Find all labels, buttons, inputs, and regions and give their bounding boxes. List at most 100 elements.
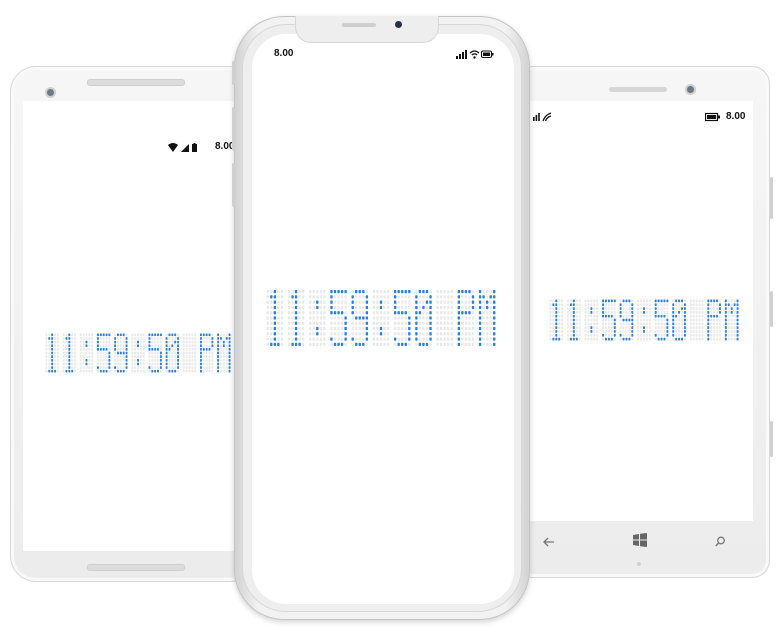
- lcd-dot-off: [698, 333, 701, 337]
- lcd-dot-on: [415, 305, 418, 310]
- lcd-dot-on: [572, 318, 575, 322]
- lcd-dot-off: [610, 311, 613, 314]
- lcd-dot-off: [471, 290, 475, 294]
- lcd-dot-off: [159, 340, 162, 344]
- lcd-dot-off: [71, 337, 74, 340]
- lcd-dot-off: [220, 348, 222, 351]
- lcd-dot-off: [372, 342, 376, 346]
- lcd-dot-off: [379, 321, 383, 325]
- lcd-dot-off: [404, 295, 407, 299]
- lcd-dot-off: [678, 307, 681, 310]
- lcd-dot-off: [301, 316, 305, 320]
- lcd-dot-off: [596, 303, 599, 307]
- lcd-dot-on: [294, 326, 298, 331]
- lcd-dot-off: [139, 344, 142, 348]
- lcd-dot-on: [666, 299, 669, 303]
- lcd-dot-off: [137, 337, 139, 340]
- lcd-dot-off: [425, 332, 429, 336]
- lcd-dot-off: [191, 348, 194, 351]
- lcd-dot-on: [613, 322, 616, 326]
- lcd-dot-on: [291, 295, 294, 299]
- lcd-dot-off: [383, 295, 386, 299]
- lcd-dot-on: [96, 333, 99, 337]
- lcd-dot-off: [362, 321, 365, 325]
- lcd-dot-on: [622, 337, 625, 341]
- lcd-dot-on: [408, 326, 411, 331]
- lcd-dot-off: [277, 332, 280, 336]
- lcd-dot-on: [222, 340, 225, 344]
- lcd-dot-on: [719, 311, 721, 314]
- lcd-dot-on: [117, 351, 119, 355]
- lcd-dot-off: [640, 311, 643, 314]
- lcd-dot-off: [171, 351, 174, 355]
- lcd-dot-off: [698, 299, 701, 303]
- lcd-dot-on: [151, 348, 154, 351]
- lcd-dot-off: [450, 290, 453, 294]
- lcd-glyph: [567, 299, 581, 341]
- lcd-dot-off: [468, 316, 471, 320]
- lcd-dot-off: [461, 337, 464, 341]
- lcd-dot-off: [471, 342, 475, 346]
- lcd-dot-off: [165, 369, 168, 373]
- lcd-dot-off: [372, 337, 376, 341]
- lcd-dot-off: [397, 321, 400, 325]
- lcd-dot-off: [701, 299, 704, 303]
- lcd-dot-off: [151, 362, 154, 366]
- lcd-dot-off: [443, 305, 446, 310]
- lcd-dot-off: [182, 362, 185, 366]
- lcd-dot-off: [131, 337, 134, 340]
- lcd-dot-off: [188, 351, 191, 355]
- lcd-dot-off: [168, 344, 171, 348]
- search-icon[interactable]: [715, 536, 726, 547]
- lcd-dot-off: [666, 303, 669, 307]
- lcd-dot-off: [584, 299, 587, 303]
- lcd-dot-off: [312, 321, 315, 325]
- lcd-dot-on: [177, 337, 180, 340]
- lcd-dot-on: [157, 348, 159, 351]
- android-phone: 8.00: [10, 66, 257, 582]
- lcd-dot-off: [471, 332, 475, 336]
- lcd-dot-off: [450, 305, 453, 310]
- lcd-dot-off: [397, 326, 400, 331]
- lcd-dot-off: [376, 305, 379, 310]
- lcd-dot-off: [485, 337, 489, 341]
- lcd-dot-on: [660, 314, 663, 318]
- lcd-dot-off: [578, 333, 581, 337]
- lcd-dot-off: [376, 311, 379, 315]
- windows-icon[interactable]: [633, 533, 647, 547]
- lcd-dot-off: [131, 366, 134, 369]
- lcd-dot-on: [736, 318, 739, 322]
- lcd-dot-off: [425, 316, 429, 320]
- lcd-dot-on: [393, 337, 397, 341]
- lcd-dot-off: [602, 322, 605, 326]
- lcd-dot-on: [555, 311, 558, 314]
- lcd-dot-on: [51, 348, 54, 351]
- lcd-dot-on: [165, 366, 168, 369]
- lcd-dot-off: [730, 330, 733, 333]
- lcd-dot-off: [584, 330, 587, 333]
- lcd-dot-on: [358, 316, 361, 320]
- lcd-dot-off: [590, 333, 593, 337]
- lcd-dot-on: [666, 326, 669, 329]
- lcd-dot-on: [105, 333, 108, 337]
- lcd-dot-off: [205, 369, 208, 373]
- lcd-dot-off: [383, 305, 386, 310]
- lcd-dot-on: [625, 299, 628, 303]
- lcd-dot-off: [443, 295, 446, 299]
- lcd-dot-on: [710, 299, 713, 303]
- lcd-dot-off: [468, 305, 471, 310]
- lcd-dot-off: [663, 318, 666, 322]
- lcd-dot-off: [692, 307, 695, 310]
- lcd-dot-off: [648, 318, 651, 322]
- lcd-dot-off: [45, 333, 48, 337]
- lcd-dot-on: [68, 337, 71, 340]
- back-icon[interactable]: [543, 537, 555, 547]
- lcd-dot-off: [695, 307, 698, 310]
- lcd-dot-on: [461, 311, 464, 315]
- lcd-dot-off: [625, 303, 628, 307]
- lcd-dot-off: [648, 314, 651, 318]
- lcd-dot-off: [625, 326, 628, 329]
- lcd-dot-off: [323, 316, 326, 320]
- lcd-dot-off: [640, 330, 643, 333]
- lcd-dot-off: [450, 342, 453, 346]
